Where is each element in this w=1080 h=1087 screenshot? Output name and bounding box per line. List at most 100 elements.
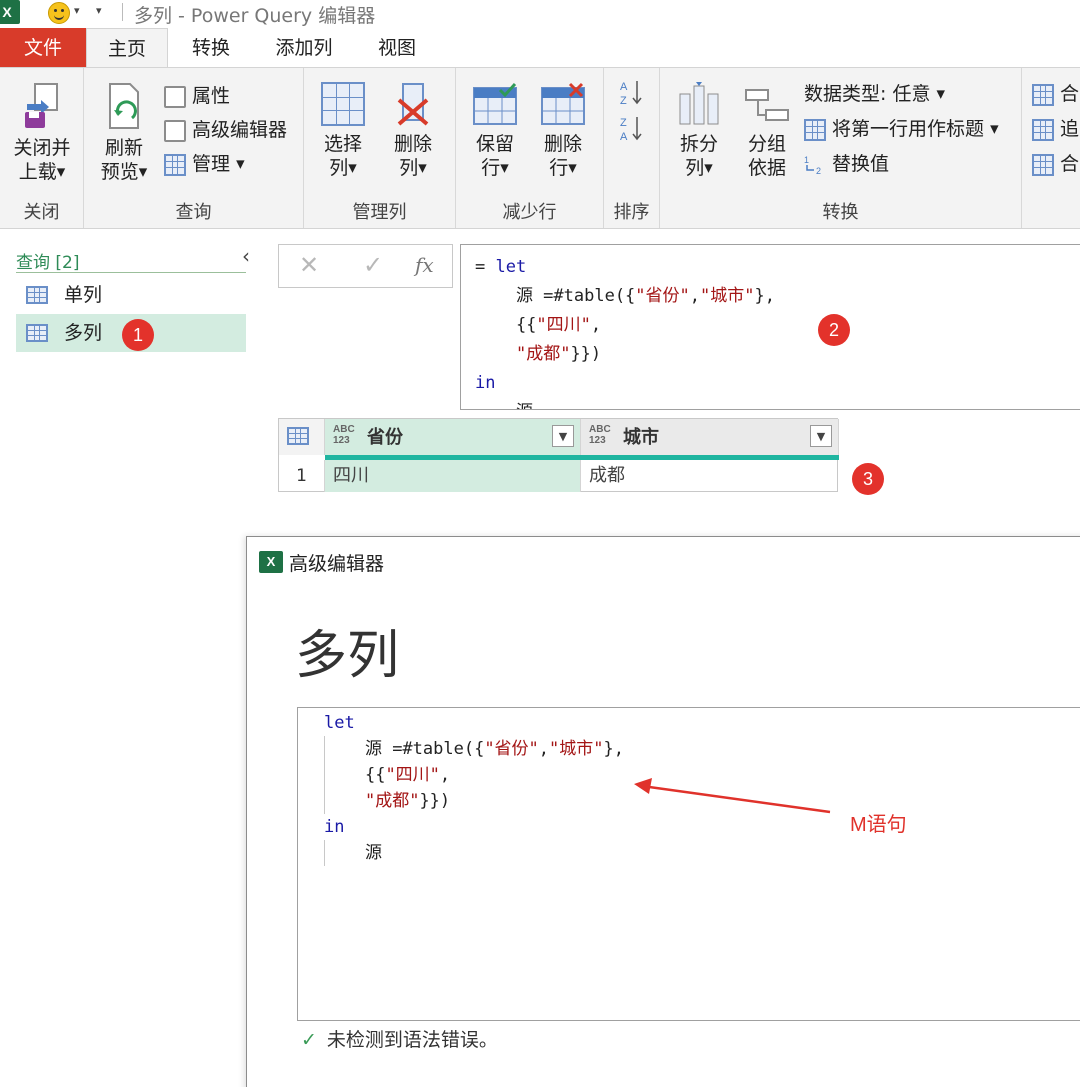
close-load-label-2: 上载	[18, 161, 57, 183]
group-label-query: 查询	[175, 202, 212, 223]
svg-text:Z: Z	[620, 117, 627, 129]
m-code-editor[interactable]: let 源 =#table({"省份","城市"}, {{"四川", "成都"}…	[297, 707, 1080, 1021]
combine-files-button[interactable]: 合	[1032, 150, 1079, 178]
sort-descending-button[interactable]: Z A	[618, 114, 644, 144]
queries-header-divider	[16, 272, 246, 273]
chevron-down-icon: ▼	[500, 161, 509, 175]
close-load-button[interactable]: 关闭并 上载▼	[4, 82, 80, 185]
query-item-single-column[interactable]: 单列	[16, 276, 246, 314]
refresh-label-1: 刷新	[104, 137, 143, 159]
group-by-button[interactable]: 分组 依据	[736, 82, 798, 180]
tab-home[interactable]: 主页	[86, 28, 168, 68]
remove-rows-button[interactable]: 删除 行▼	[532, 82, 594, 181]
svg-text:A: A	[620, 81, 628, 93]
manage-button[interactable]: 管理 ▼	[164, 150, 245, 178]
annotation-arrow-icon	[634, 778, 831, 814]
ribbon-tabs: 文件 主页 转换 添加列 视图	[0, 28, 1080, 68]
remove-columns-label-1: 删除	[393, 133, 432, 155]
remove-rows-label-2: 行	[549, 157, 569, 179]
svg-text:1: 1	[804, 155, 809, 165]
split-column-icon	[676, 82, 722, 126]
table-cell[interactable]: 成都	[581, 460, 839, 492]
remove-columns-button[interactable]: 删除 列▼	[382, 82, 444, 181]
group-sort: A Z Z A 排序	[604, 68, 660, 228]
tab-transform[interactable]: 转换	[176, 28, 246, 68]
chevron-down-icon: ▼	[348, 161, 357, 175]
combine-files-label: 合	[1060, 153, 1080, 175]
title-bar: X ▾ ▾ 多列 - Power Query 编辑器	[0, 0, 1080, 27]
annotation-badge-3: 3	[852, 463, 884, 495]
table-cell[interactable]: 四川	[325, 460, 581, 492]
keep-rows-button[interactable]: 保留 行▼	[464, 82, 526, 181]
tab-file[interactable]: 文件	[0, 28, 86, 68]
split-column-button[interactable]: 拆分 列▼	[668, 82, 730, 181]
properties-icon	[164, 85, 186, 108]
append-queries-button[interactable]: 追	[1032, 115, 1079, 143]
choose-columns-label-2: 列	[329, 157, 349, 179]
chevron-down-icon: ▼	[990, 122, 999, 136]
sort-ascending-button[interactable]: A Z	[618, 78, 644, 108]
queries-header: 查询 [2]	[16, 253, 80, 273]
data-preview-grid: ABC 123 省份 ▼ ABC 123 城市 ▼ 1 四川 成都	[278, 418, 839, 492]
refresh-preview-button[interactable]: 刷新 预览▼	[90, 82, 158, 185]
svg-text:Z: Z	[620, 95, 627, 106]
keep-rows-label-2: 行	[481, 157, 501, 179]
combine-files-icon	[1032, 153, 1054, 176]
advanced-editor-button[interactable]: 高级编辑器	[164, 116, 287, 144]
row-number: 1	[279, 460, 325, 492]
tab-add-column[interactable]: 添加列	[262, 28, 346, 68]
remove-rows-icon	[540, 82, 586, 126]
keep-rows-icon	[472, 82, 518, 126]
m-code: let 源 =#table({"省份","城市"}, {{"四川", "成都"}…	[324, 713, 625, 863]
merge-queries-button[interactable]: 合	[1032, 80, 1079, 108]
filter-dropdown-icon[interactable]: ▼	[552, 425, 574, 447]
tab-view[interactable]: 视图	[362, 28, 432, 68]
query-item-label: 多列	[64, 322, 103, 344]
feedback-smiley-icon[interactable]	[48, 2, 70, 24]
group-query: 刷新 预览▼ 属性 高级编辑器 管理 ▼ 查询	[84, 68, 304, 228]
excel-logo-icon: X	[0, 0, 20, 24]
collapse-pane-icon[interactable]: ‹	[242, 244, 250, 268]
properties-button[interactable]: 属性	[164, 82, 230, 110]
chevron-down-icon: ▼	[138, 165, 148, 179]
data-type-label: 数据类型: 任意	[804, 83, 931, 105]
filter-dropdown-icon[interactable]: ▼	[810, 425, 832, 447]
cancel-formula-icon[interactable]: ✕	[299, 251, 319, 279]
window-title: 多列 - Power Query 编辑器	[134, 5, 376, 27]
excel-logo-icon: X	[259, 551, 283, 573]
table-menu-button[interactable]	[279, 419, 325, 455]
insert-function-icon[interactable]: fx	[415, 253, 434, 277]
group-reduce-rows: 保留 行▼ 删除 行▼ 减少行	[456, 68, 604, 228]
keep-rows-label-1: 保留	[475, 133, 514, 155]
choose-columns-icon	[321, 82, 365, 126]
replace-values-label: 替换值	[832, 153, 890, 175]
table-icon	[26, 324, 48, 342]
column-header-city[interactable]: ABC 123 城市 ▼	[581, 419, 839, 455]
choose-columns-button[interactable]: 选择 列▼	[312, 82, 374, 181]
formula-bar-input[interactable]: = let 源 =#table({"省份","城市"}, {{"四川", "成都…	[460, 244, 1080, 410]
commit-formula-icon[interactable]: ✓	[363, 251, 383, 279]
group-transform: 拆分 列▼ 分组 依据 数据类型: 任意 ▼ 将第一行用作标题 ▼ 1 2 替换值 …	[660, 68, 1022, 228]
checkmark-icon: ✓	[301, 1029, 317, 1051]
ribbon: 关闭并 上载▼ 关闭 刷新 预览▼ 属性 高级编辑器 管理 ▼ 查询 选择 列▼…	[0, 67, 1080, 229]
quick-access-customize-icon[interactable]: ▾	[96, 4, 102, 17]
remove-columns-icon	[391, 82, 435, 126]
column-header-province[interactable]: ABC 123 省份 ▼	[325, 419, 581, 455]
feedback-dropdown-icon[interactable]: ▾	[74, 4, 80, 17]
formula-code: = let 源 =#table({"省份","城市"}, {{"四川", "成都…	[475, 257, 775, 409]
refresh-label-2: 预览	[100, 161, 139, 183]
split-column-label-2: 列	[685, 157, 705, 179]
replace-values-button[interactable]: 1 2 替换值	[804, 150, 889, 178]
code-keyword: in	[324, 817, 345, 837]
merge-queries-icon	[1032, 83, 1054, 106]
annotation-label: M语句	[850, 814, 907, 836]
syntax-status-text: 未检测到语法错误。	[326, 1029, 498, 1051]
group-manage-columns: 选择 列▼ 删除 列▼ 管理列	[304, 68, 456, 228]
data-type-dropdown[interactable]: 数据类型: 任意 ▼	[804, 80, 945, 108]
group-by-label-1: 分组	[747, 133, 786, 155]
use-first-row-as-headers-button[interactable]: 将第一行用作标题 ▼	[804, 115, 999, 143]
svg-text:2: 2	[816, 166, 821, 176]
remove-rows-label-1: 删除	[543, 133, 582, 155]
table-header-icon	[804, 118, 826, 141]
chevron-down-icon: ▼	[56, 165, 66, 179]
